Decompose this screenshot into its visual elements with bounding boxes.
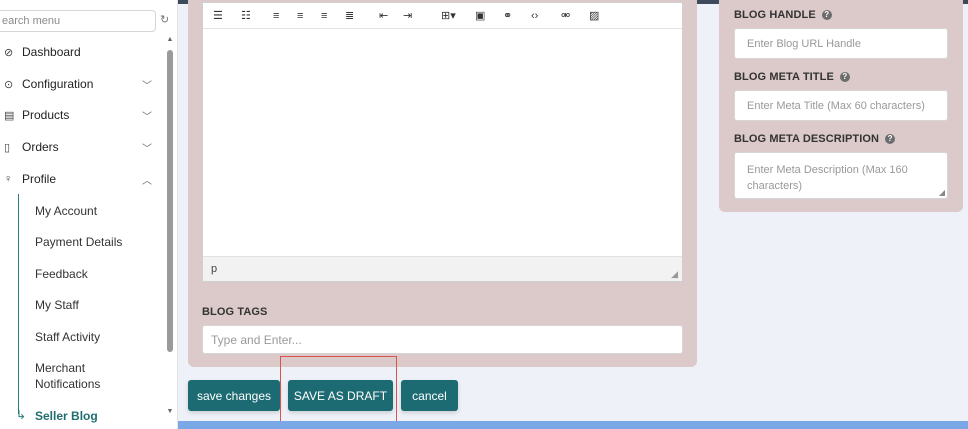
bullet-list-icon[interactable]: ☰	[213, 8, 223, 24]
sidebar-item-label: Orders	[22, 140, 59, 154]
blog-handle-field[interactable]	[734, 28, 948, 59]
sidebar-subitem-merchant-notifications[interactable]: Merchant Notifications	[35, 360, 125, 392]
search-menu-field[interactable]	[0, 10, 156, 32]
sidebar-subitem-my-staff[interactable]: My Staff	[35, 297, 79, 313]
sidebar-subitem-feedback[interactable]: Feedback	[35, 266, 88, 282]
scroll-down-icon[interactable]: ▼	[166, 408, 174, 418]
resize-handle-icon[interactable]: ◢	[671, 269, 678, 280]
blog-tags-label: BLOG TAGS	[202, 306, 268, 318]
blog-handle-label: BLOG HANDLE ?	[734, 9, 832, 21]
media-icon[interactable]: ▣	[475, 8, 485, 24]
blog-meta-title-input[interactable]	[735, 91, 947, 120]
blog-meta-title-field[interactable]	[734, 90, 948, 121]
table-icon[interactable]: ⊞▾	[441, 8, 456, 24]
blog-meta-title-label: BLOG META TITLE ?	[734, 71, 850, 83]
blog-handle-input[interactable]	[735, 29, 947, 58]
blog-tags-input[interactable]	[203, 326, 682, 353]
sidebar-subitem-my-account[interactable]: My Account	[35, 203, 97, 219]
profile-icon: ♀	[4, 173, 13, 185]
unlink-icon[interactable]: ⚮	[561, 8, 570, 24]
chevron-down-icon: ﹀	[142, 143, 152, 155]
blog-meta-description-input[interactable]	[735, 153, 947, 198]
submenu-guide-line	[18, 194, 19, 414]
chevron-down-icon: ﹀	[142, 80, 152, 92]
resize-handle-icon[interactable]: ◢	[939, 188, 945, 197]
scroll-thumb[interactable]	[167, 50, 173, 352]
code-icon[interactable]: ‹›	[531, 8, 538, 24]
blog-meta-description-field[interactable]: ◢	[734, 152, 948, 199]
sidebar: ↻ ⊘ Dashboard ⊙ Configuration ﹀ ▤ Produc…	[0, 0, 178, 429]
numbered-list-icon[interactable]: ☷	[241, 8, 251, 24]
sidebar-item-profile[interactable]: ♀ Profile ︿	[0, 168, 160, 190]
align-justify-icon[interactable]: ≣	[345, 8, 354, 24]
sidebar-item-configuration[interactable]: ⊙ Configuration ﹀	[0, 73, 160, 95]
blog-meta-description-label: BLOG META DESCRIPTION ?	[734, 133, 896, 145]
sidebar-subitem-payment-details[interactable]: Payment Details	[35, 234, 122, 250]
sidebar-item-orders[interactable]: ▯ Orders ﹀	[0, 136, 160, 158]
refresh-icon[interactable]: ↻	[160, 14, 170, 26]
bottom-bar	[178, 421, 968, 429]
outdent-icon[interactable]: ⇤	[379, 8, 388, 24]
dashboard-icon: ⊘	[4, 46, 14, 59]
active-arrow-icon: ↳	[16, 408, 27, 422]
help-icon[interactable]: ?	[839, 72, 850, 82]
chevron-down-icon: ﹀	[142, 111, 152, 123]
scroll-up-icon[interactable]: ▲	[166, 36, 174, 46]
help-icon[interactable]: ?	[885, 134, 896, 144]
cancel-button[interactable]: cancel	[401, 380, 458, 411]
save-changes-button[interactable]: save changes	[188, 380, 280, 411]
align-right-icon[interactable]: ≡	[321, 8, 327, 24]
orders-icon: ▯	[4, 141, 11, 154]
editor-content-area[interactable]	[203, 30, 682, 256]
sidebar-item-label: Configuration	[22, 77, 94, 91]
help-icon[interactable]: ?	[821, 10, 832, 20]
sidebar-scrollbar[interactable]: ▲ ▼	[166, 36, 174, 420]
products-icon: ▤	[4, 109, 15, 122]
sidebar-subitem-seller-blog[interactable]: Seller Blog	[35, 408, 98, 424]
configuration-icon: ⊙	[4, 78, 14, 91]
indent-icon[interactable]: ⇥	[403, 8, 412, 24]
element-path: p	[211, 263, 218, 275]
blog-meta-description-label-text: BLOG META DESCRIPTION	[734, 133, 880, 145]
blog-tags-field[interactable]	[202, 325, 683, 354]
align-left-icon[interactable]: ≡	[273, 8, 279, 24]
search-menu-input[interactable]	[0, 11, 155, 31]
sidebar-item-products[interactable]: ▤ Products ﹀	[0, 104, 160, 126]
image-icon[interactable]: ▨	[589, 8, 599, 24]
rich-text-editor[interactable]: ☰ ☷ ≡ ≡ ≡ ≣ ⇤ ⇥ ⊞▾ ▣ ⚭ ‹› ⚮ ▨ p ◢	[202, 2, 683, 282]
editor-toolbar: ☰ ☷ ≡ ≡ ≡ ≣ ⇤ ⇥ ⊞▾ ▣ ⚭ ‹› ⚮ ▨	[203, 3, 682, 29]
editor-statusbar: p ◢	[203, 256, 682, 281]
chevron-up-icon: ︿	[142, 175, 152, 187]
align-center-icon[interactable]: ≡	[297, 8, 303, 24]
sidebar-item-label: Dashboard	[22, 45, 81, 59]
sidebar-item-label: Products	[22, 108, 70, 122]
blog-meta-title-label-text: BLOG META TITLE	[734, 71, 834, 83]
blog-handle-label-text: BLOG HANDLE	[734, 9, 816, 21]
link-icon[interactable]: ⚭	[503, 8, 512, 24]
sidebar-subitem-staff-activity[interactable]: Staff Activity	[35, 329, 100, 345]
sidebar-item-label: Profile	[22, 172, 57, 186]
sidebar-item-dashboard[interactable]: ⊘ Dashboard	[0, 41, 160, 63]
highlight-box	[280, 356, 397, 424]
